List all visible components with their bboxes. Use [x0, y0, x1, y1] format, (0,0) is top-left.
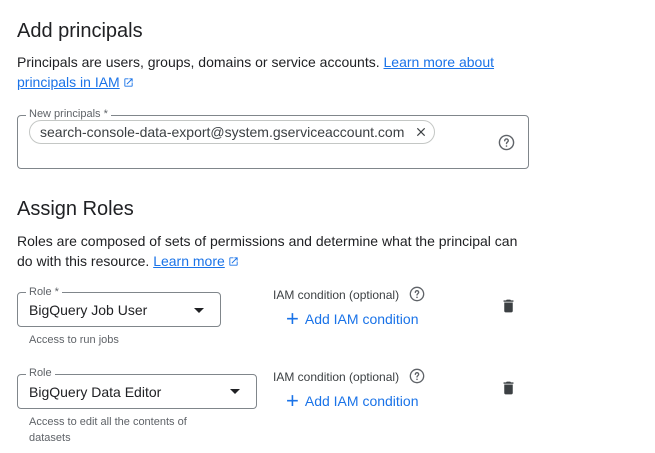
learn-more-principals-link[interactable]: Learn more about [384, 54, 495, 70]
assign-roles-heading: Assign Roles [17, 198, 134, 220]
principal-chip-text: search-console-data-export@system.gservi… [40, 124, 405, 140]
plus-icon: + [286, 388, 299, 413]
roles-description-text: do with this resource. [17, 253, 150, 269]
new-principals-label: New principals * [26, 108, 111, 120]
help-circle-icon[interactable] [498, 134, 515, 156]
external-link-icon [123, 73, 134, 93]
principals-description: Principals are users, groups, domains or… [17, 52, 537, 72]
learn-more-roles-link[interactable]: Learn more [153, 253, 225, 269]
external-link-icon [228, 252, 239, 272]
role-label-1: Role * [26, 286, 62, 298]
arrow-drop-down-icon[interactable] [194, 308, 204, 313]
add-iam-condition-button-2[interactable]: + Add IAM condition [286, 388, 419, 413]
iam-condition-label-2: IAM condition (optional) [273, 370, 400, 384]
role-label-2: Role [26, 367, 55, 379]
role-value-2: BigQuery Data Editor [29, 384, 162, 400]
principals-description-text: Principals are users, groups, domains or… [17, 54, 380, 70]
roles-description-line2: do with this resource. Learn more [17, 251, 239, 272]
help-circle-icon[interactable] [409, 286, 425, 307]
close-icon[interactable] [414, 125, 428, 139]
iam-condition-label-1: IAM condition (optional) [273, 288, 400, 302]
add-principals-heading: Add principals [17, 20, 143, 42]
add-iam-condition-label-1: Add IAM condition [304, 311, 419, 327]
plus-icon: + [286, 306, 299, 331]
trash-icon[interactable] [500, 379, 517, 402]
role-helper-2-line2: datasets [29, 432, 71, 444]
trash-icon[interactable] [500, 297, 517, 320]
learn-more-principals-line2[interactable]: principals in IAM [17, 72, 134, 93]
learn-more-principals-link-cont[interactable]: principals in IAM [17, 74, 120, 90]
add-iam-condition-button-1[interactable]: + Add IAM condition [286, 306, 419, 331]
role-helper-2-line1: Access to edit all the contents of [29, 416, 187, 428]
arrow-drop-down-icon[interactable] [230, 389, 240, 394]
role-helper-1: Access to run jobs [29, 334, 119, 346]
roles-description-line1: Roles are composed of sets of permission… [17, 233, 518, 249]
role-value-1: BigQuery Job User [29, 302, 148, 318]
principal-chip[interactable]: search-console-data-export@system.gservi… [29, 120, 436, 144]
add-iam-condition-label-2: Add IAM condition [304, 393, 419, 409]
help-circle-icon[interactable] [409, 368, 425, 389]
